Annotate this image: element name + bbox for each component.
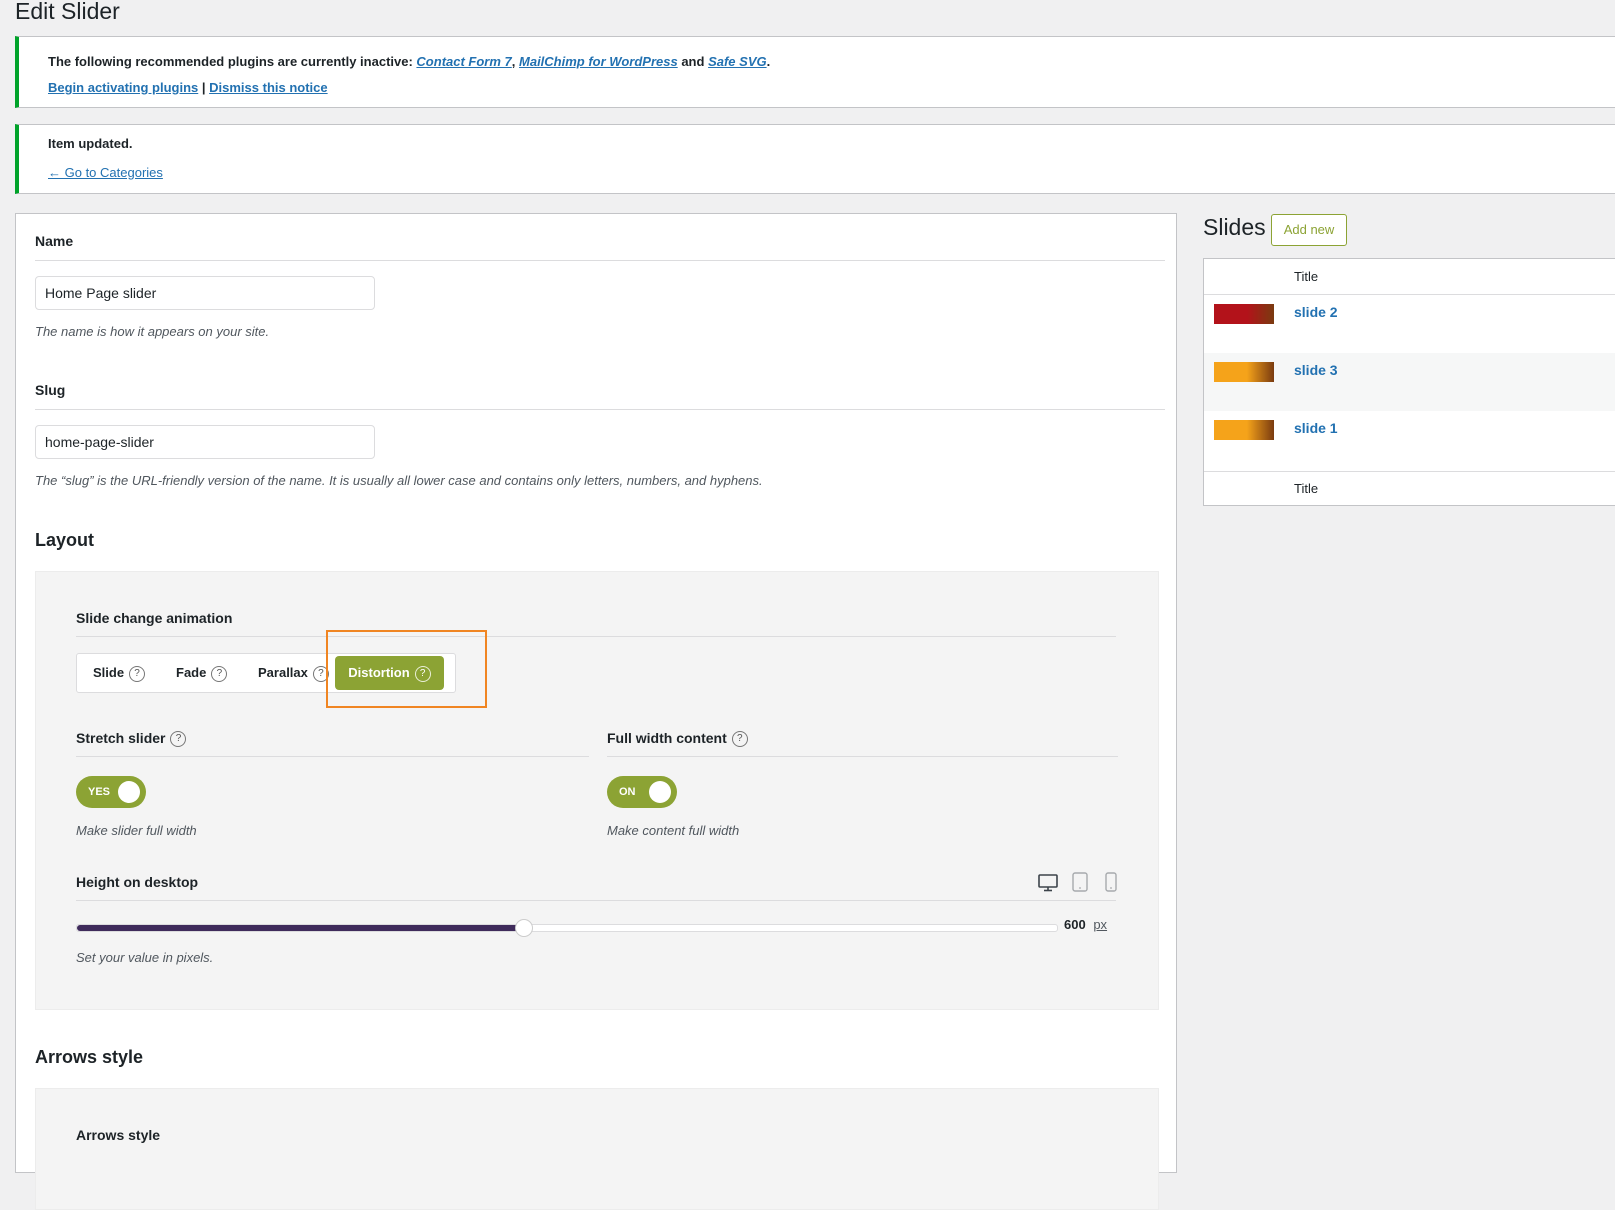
help-icon[interactable]: ? — [129, 665, 146, 682]
slide-title-link[interactable]: slide 3 — [1294, 362, 1338, 378]
slide-thumbnail — [1214, 420, 1274, 440]
slides-column-header[interactable]: Title — [1294, 269, 1318, 284]
updated-notice: Item updated. ← Go to Categories — [15, 124, 1615, 194]
edit-form-panel: Name Home Page slider The name is how it… — [15, 213, 1177, 1210]
begin-activating-link[interactable]: Begin activating plugins — [48, 80, 198, 95]
animation-separator — [76, 636, 1116, 637]
layout-settings-box: Slide change animation Slide? Fade? Para… — [35, 571, 1159, 1010]
plugins-notice-line: The following recommended plugins are cu… — [48, 54, 770, 69]
animation-label: Slide change animation — [76, 610, 233, 626]
help-icon[interactable]: ? — [170, 731, 187, 748]
full-width-toggle-label: ON — [619, 786, 636, 798]
full-width-toggle[interactable]: ON — [607, 776, 677, 808]
slug-input[interactable]: home-page-slider — [35, 425, 375, 459]
help-icon[interactable]: ? — [211, 665, 228, 682]
arrows-settings-box: Arrows style — [35, 1088, 1159, 1210]
stretch-description: Make slider full width — [76, 823, 197, 838]
desktop-icon[interactable] — [1038, 874, 1058, 892]
help-icon[interactable]: ? — [731, 731, 748, 748]
plugins-notice-and: and — [681, 54, 705, 69]
slide-thumbnail — [1214, 304, 1274, 324]
animation-option-slide[interactable]: Slide? — [93, 654, 146, 692]
name-description: The name is how it appears on your site. — [35, 324, 270, 339]
toggle-knob — [118, 781, 140, 803]
animation-option-parallax[interactable]: Parallax? — [258, 654, 329, 692]
full-width-description: Make content full width — [607, 823, 740, 838]
arrows-heading: Arrows style — [35, 1047, 144, 1067]
table-row: slide 2 — [1204, 295, 1615, 353]
slide-title-link[interactable]: slide 1 — [1294, 420, 1338, 436]
notice-divider: | — [201, 80, 206, 95]
slide-title-link[interactable]: slide 2 — [1294, 304, 1338, 320]
height-value: 600 px — [1064, 917, 1107, 932]
toggle-knob — [649, 781, 671, 803]
slides-column-footer[interactable]: Title — [1294, 481, 1318, 496]
height-label: Height on desktop — [76, 874, 199, 890]
full-width-label-text: Full width content — [607, 730, 727, 746]
name-label: Name — [35, 233, 74, 249]
height-slider[interactable] — [76, 919, 1058, 937]
table-row: slide 1 — [1204, 411, 1615, 469]
plugin-link-contact-form[interactable]: Contact Form 7 — [416, 54, 511, 69]
plugins-notice-comma: , — [511, 54, 516, 69]
slug-separator — [35, 409, 1165, 410]
stretch-slider-label-text: Stretch slider — [76, 730, 166, 746]
height-unit[interactable]: px — [1093, 917, 1107, 932]
height-number: 600 — [1064, 917, 1086, 932]
tablet-icon[interactable] — [1072, 872, 1088, 892]
slug-description: The “slug” is the URL-friendly version o… — [35, 473, 763, 488]
stretch-slider-toggle[interactable]: YES — [76, 776, 146, 808]
stretch-toggle-label: YES — [88, 786, 111, 798]
height-separator — [76, 900, 1116, 901]
slides-title: Slides — [1203, 214, 1266, 240]
animation-option-slide-label: Slide — [93, 665, 125, 680]
plugins-notice-actions: Begin activating plugins | Dismiss this … — [48, 80, 328, 95]
plugins-notice-text: The following recommended plugins are cu… — [48, 54, 413, 69]
animation-option-parallax-label: Parallax — [258, 665, 308, 680]
go-to-categories-link[interactable]: ← Go to Categories — [48, 165, 163, 180]
add-new-slide-button[interactable]: Add new — [1271, 214, 1347, 246]
arrows-style-label: Arrows style — [76, 1127, 161, 1143]
table-row: slide 3 — [1204, 353, 1615, 411]
name-input[interactable]: Home Page slider — [35, 276, 375, 310]
full-width-label: Full width content? — [607, 730, 748, 748]
table-footer-separator — [1204, 471, 1615, 472]
height-slider-fill — [77, 925, 523, 931]
name-separator — [35, 260, 1165, 261]
plugin-link-mailchimp[interactable]: MailChimp for WordPress — [519, 54, 678, 69]
plugins-notice: The following recommended plugins are cu… — [15, 36, 1615, 108]
slide-thumbnail — [1214, 362, 1274, 382]
plugin-link-safe-svg[interactable]: Safe SVG — [708, 54, 767, 69]
page-title: Edit Slider — [15, 0, 120, 24]
slug-label: Slug — [35, 382, 66, 398]
height-description: Set your value in pixels. — [76, 950, 214, 965]
stretch-separator — [76, 756, 589, 757]
highlight-box — [326, 630, 487, 708]
slides-table: Title slide 2 slide 3 slide 1 Title — [1203, 258, 1615, 506]
stretch-slider-label: Stretch slider? — [76, 730, 187, 748]
mobile-icon[interactable] — [1105, 872, 1117, 892]
full-width-separator — [607, 756, 1118, 757]
layout-heading: Layout — [35, 530, 95, 550]
plugins-notice-period: . — [766, 54, 771, 69]
animation-option-fade[interactable]: Fade? — [176, 654, 228, 692]
animation-option-fade-label: Fade — [176, 665, 207, 680]
dismiss-notice-link[interactable]: Dismiss this notice — [209, 80, 327, 95]
height-slider-thumb[interactable] — [514, 919, 533, 937]
updated-notice-text: Item updated. — [48, 136, 133, 151]
